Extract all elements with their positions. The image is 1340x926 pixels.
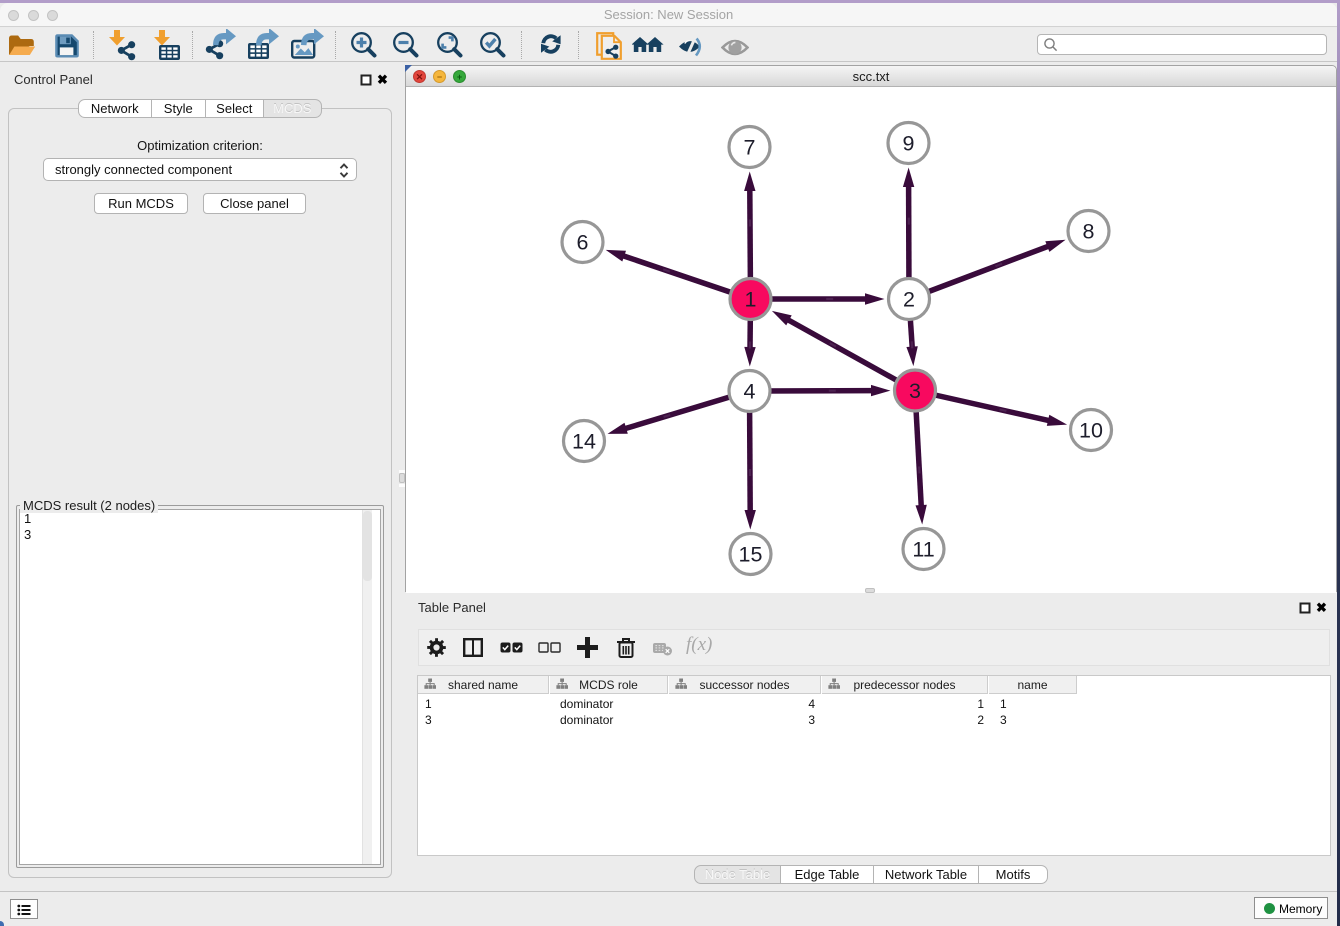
svg-text:8: 8: [1083, 220, 1095, 244]
svg-text:3: 3: [909, 379, 921, 403]
svg-text:14: 14: [572, 430, 596, 454]
svg-text:4: 4: [744, 380, 756, 404]
svg-text:15: 15: [739, 543, 763, 567]
svg-text:6: 6: [577, 231, 589, 255]
svg-text:11: 11: [912, 538, 934, 562]
svg-text:7: 7: [744, 136, 756, 160]
svg-text:9: 9: [903, 132, 915, 156]
svg-text:2: 2: [903, 288, 915, 312]
svg-text:10: 10: [1079, 419, 1103, 443]
svg-text:1: 1: [745, 288, 757, 312]
